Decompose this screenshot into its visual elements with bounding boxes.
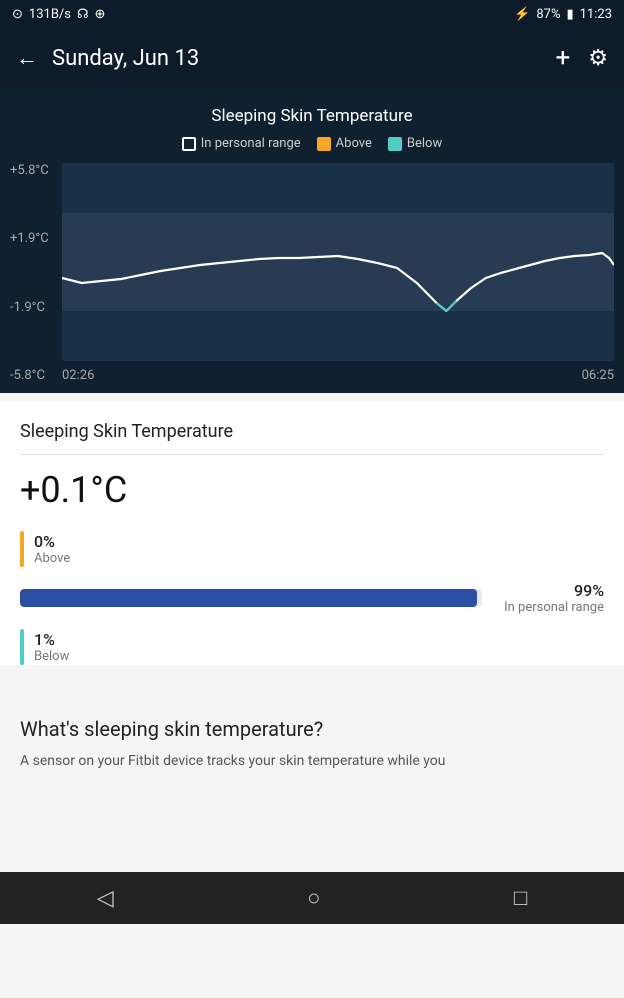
legend-dot-white [182,137,196,151]
y-label-bottom: -5.8°C [10,368,56,383]
chart-section: Sleeping Skin Temperature In personal ra… [0,88,624,393]
header: ← Sunday, Jun 13 + ⚙ [0,28,624,88]
back-button[interactable]: ← [16,45,38,71]
status-right: ⚡ 87% ▮ 11:23 [514,7,612,22]
chart-x-labels: 02:26 06:25 [62,364,614,383]
stats-title: Sleeping Skin Temperature [20,421,604,455]
bottom-nav: ◁ ○ □ [0,872,624,924]
in-range-name: In personal range [494,600,604,615]
legend-above-label: Above [336,136,372,151]
x-label-start: 02:26 [62,368,94,383]
nav-back-button[interactable]: ◁ [97,886,114,911]
battery-pct: 87% [536,7,560,22]
add-button[interactable]: + [556,43,571,73]
page-title: Sunday, Jun 13 [52,46,556,71]
chart-svg [62,163,614,361]
whats-title: What's sleeping skin temperature? [20,717,604,741]
in-range-bar-container [20,589,482,607]
below-name: Below [34,649,69,664]
whats-body: A sensor on your Fitbit device tracks yo… [20,751,604,772]
legend-dot-yellow [317,137,331,151]
signal-text: 131B/s [29,7,71,22]
y-label-upper: +1.9°C [10,231,56,246]
time: 11:23 [580,7,612,22]
nav-recents-button[interactable]: □ [514,885,527,911]
chart-area: +5.8°C +1.9°C -1.9°C -5.8°C [10,163,614,383]
settings-button[interactable]: ⚙ [588,46,608,71]
wifi-icon: ⊙ [12,7,23,22]
legend-below: Below [388,136,442,151]
legend-above: Above [317,136,372,151]
stat-row-in-range: 99% In personal range [20,581,604,615]
bluetooth-icon: ⚡ [514,7,530,22]
status-extra2-icon: ⊕ [95,7,106,22]
status-left: ⊙ 131B/s ☊ ⊕ [12,7,105,22]
chart-legend: In personal range Above Below [0,136,624,151]
chart-y-labels: +5.8°C +1.9°C -1.9°C -5.8°C [10,163,62,383]
y-label-top: +5.8°C [10,163,56,178]
legend-in-range: In personal range [182,136,301,151]
y-label-lower: -1.9°C [10,300,56,315]
battery-icon: ▮ [566,7,573,22]
status-bar: ⊙ 131B/s ☊ ⊕ ⚡ 87% ▮ 11:23 [0,0,624,28]
header-icons: + ⚙ [556,43,609,73]
stat-row-above: 0% Above [20,531,604,567]
legend-dot-cyan [388,137,402,151]
whats-section: What's sleeping skin temperature? A sens… [0,689,624,792]
x-label-end: 06:25 [582,368,614,383]
status-extra-icon: ☊ [77,7,89,22]
chart-title: Sleeping Skin Temperature [0,106,624,126]
above-pct: 0% [34,532,70,551]
below-pct: 1% [34,630,69,649]
above-side-indicator [20,531,24,567]
nav-home-button[interactable]: ○ [307,885,320,911]
above-name: Above [34,551,70,566]
legend-below-label: Below [407,136,442,151]
temp-value: +0.1°C [20,469,604,511]
legend-in-range-label: In personal range [201,136,301,151]
chart-canvas [62,163,614,361]
in-range-label: 99% In personal range [494,581,604,615]
below-side-indicator [20,629,24,665]
spacer [0,792,624,872]
in-range-bar-fill [20,589,477,607]
stat-row-below: 1% Below [20,629,604,665]
stats-section: Sleeping Skin Temperature +0.1°C 0% Abov… [0,401,624,665]
in-range-pct: 99% [494,581,604,600]
